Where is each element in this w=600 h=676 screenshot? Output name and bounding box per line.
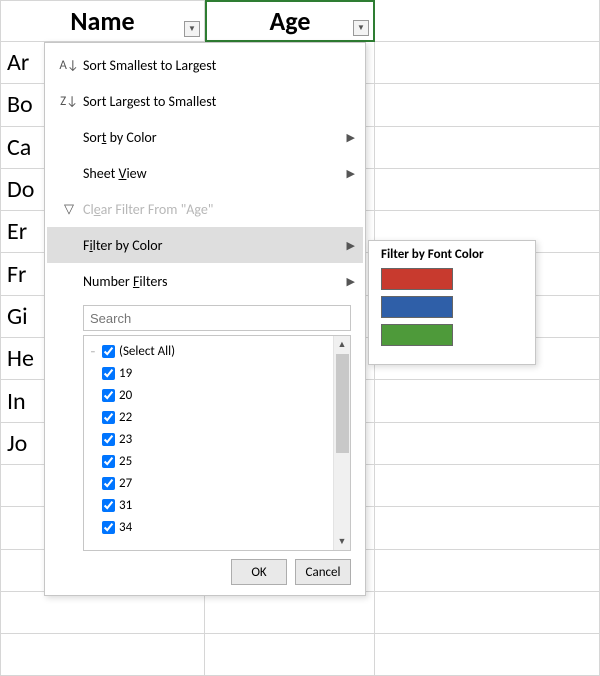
list-item[interactable]: 27 — [86, 472, 331, 494]
font-color-green[interactable] — [381, 324, 453, 346]
filter-search — [83, 305, 351, 331]
header-row: Name ▼ Age ▼ — [0, 0, 600, 42]
submenu-title: Filter by Font Color — [381, 247, 523, 262]
sort-asc-label: Sort Smallest to Largest — [83, 57, 216, 74]
list-item[interactable]: 34 — [86, 516, 331, 538]
list-item[interactable]: 20 — [86, 384, 331, 406]
sort-ascending[interactable]: A↓ Sort Smallest to Largest — [47, 47, 363, 83]
clear-filter: ▽ Clear Filter From "Age" — [47, 191, 363, 227]
chevron-right-icon: ▶ — [347, 131, 355, 144]
font-color-red[interactable] — [381, 268, 453, 290]
header-age-label: Age — [270, 5, 311, 37]
filter-dropdown-name[interactable]: ▼ — [184, 21, 200, 37]
number-filters[interactable]: Number Filters ▶ — [47, 263, 363, 299]
header-name[interactable]: Name ▼ — [0, 0, 205, 42]
value-checkbox[interactable] — [102, 499, 115, 512]
list-item[interactable]: −(Select All) — [86, 340, 331, 362]
filter-color-label: Filter by Color — [83, 237, 163, 254]
search-input[interactable] — [83, 305, 351, 331]
sort-desc-label: Sort Largest to Smallest — [83, 93, 216, 110]
list-item[interactable]: 25 — [86, 450, 331, 472]
dialog-buttons: OK Cancel — [47, 559, 363, 587]
header-empty — [375, 0, 600, 42]
sort-by-color[interactable]: Sort by Color ▶ — [47, 119, 363, 155]
scrollbar[interactable]: ▲ ▼ — [333, 336, 350, 550]
sort-color-label: Sort by Color — [83, 129, 157, 146]
filter-by-color[interactable]: Filter by Color ▶ — [47, 227, 363, 263]
value-checkbox[interactable] — [102, 455, 115, 468]
ok-button[interactable]: OK — [231, 559, 287, 585]
chevron-right-icon: ▶ — [347, 239, 355, 252]
list-item[interactable]: 31 — [86, 494, 331, 516]
filter-by-font-color-submenu: Filter by Font Color — [368, 240, 536, 365]
scroll-up-icon[interactable]: ▲ — [334, 336, 350, 353]
list-item[interactable]: 22 — [86, 406, 331, 428]
header-age[interactable]: Age ▼ — [205, 0, 375, 42]
filter-values-list: −(Select All) 19 20 22 23 25 27 31 34 ▲ … — [83, 335, 351, 551]
sort-desc-icon: Z↓ — [55, 94, 83, 109]
funnel-clear-icon: ▽ — [55, 202, 83, 217]
header-name-label: Name — [70, 5, 134, 37]
clear-label: Clear Filter From "Age" — [83, 201, 213, 218]
cancel-button[interactable]: Cancel — [295, 559, 351, 585]
value-checkbox[interactable] — [102, 433, 115, 446]
collapse-icon[interactable]: − — [86, 345, 100, 358]
font-color-blue[interactable] — [381, 296, 453, 318]
scroll-thumb[interactable] — [336, 354, 349, 453]
value-checkbox[interactable] — [102, 389, 115, 402]
number-filters-label: Number Filters — [83, 273, 167, 290]
value-checkbox[interactable] — [102, 367, 115, 380]
list-item[interactable]: 23 — [86, 428, 331, 450]
sheet-view[interactable]: Sheet View ▶ — [47, 155, 363, 191]
sheet-view-label: Sheet View — [83, 165, 147, 182]
filter-dropdown-age[interactable]: ▼ — [353, 20, 369, 36]
value-checkbox[interactable] — [102, 521, 115, 534]
value-checkbox[interactable] — [102, 411, 115, 424]
scroll-down-icon[interactable]: ▼ — [334, 533, 350, 550]
select-all-checkbox[interactable] — [102, 345, 115, 358]
chevron-right-icon: ▶ — [347, 167, 355, 180]
value-checkbox[interactable] — [102, 477, 115, 490]
list-item[interactable]: 19 — [86, 362, 331, 384]
filter-menu: A↓ Sort Smallest to Largest Z↓ Sort Larg… — [44, 42, 366, 596]
sort-asc-icon: A↓ — [55, 58, 83, 73]
chevron-right-icon: ▶ — [347, 275, 355, 288]
sort-descending[interactable]: Z↓ Sort Largest to Smallest — [47, 83, 363, 119]
